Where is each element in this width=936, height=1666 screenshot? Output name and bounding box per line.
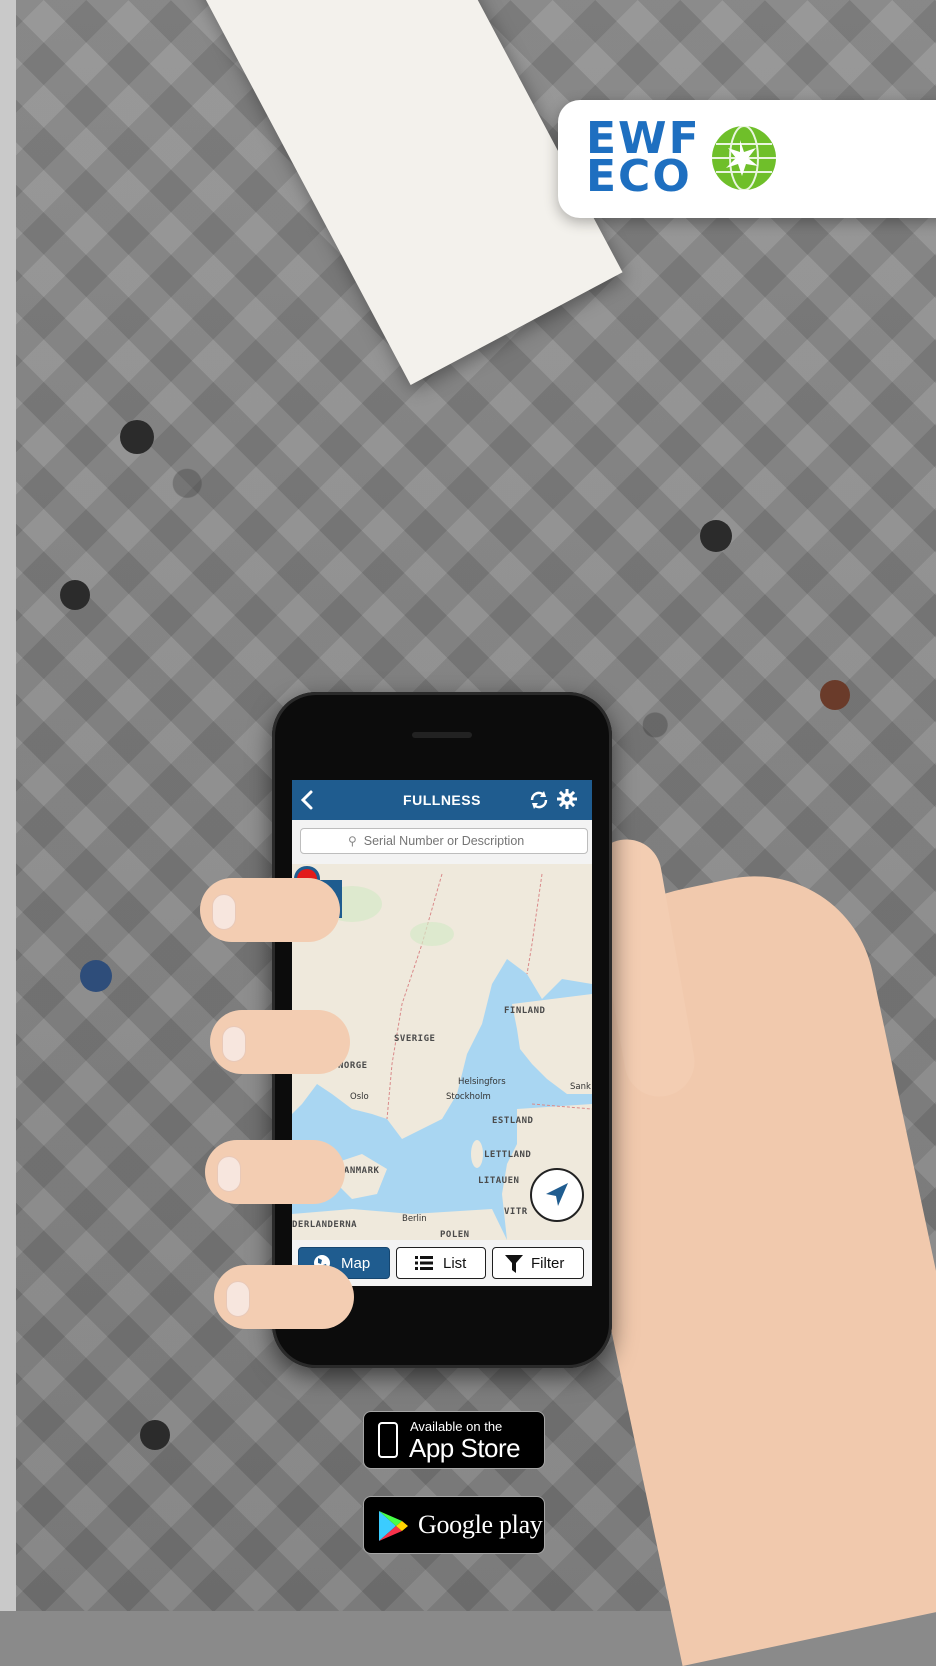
list-icon [415, 1256, 433, 1270]
app-store-small-text: Available on the [410, 1419, 503, 1434]
map-label-vitryssland: VITR [504, 1207, 528, 1217]
map-label-finland: FINLAND [504, 1006, 546, 1016]
apple-phone-icon [378, 1422, 398, 1458]
app-store-badge[interactable]: Available on the App Store [363, 1411, 545, 1469]
fingernail [226, 1281, 250, 1317]
map-label-polen: POLEN [440, 1230, 470, 1240]
fingernail [222, 1026, 246, 1062]
city-label-berlin: Berlin [402, 1214, 427, 1224]
settings-button[interactable] [556, 788, 578, 815]
left-border [0, 0, 16, 1611]
crowd-person [820, 680, 850, 710]
crowd-person [60, 580, 90, 610]
city-label-helsingfors: Helsingfors [458, 1077, 506, 1087]
crowd-person [140, 1420, 170, 1450]
gear-icon [557, 789, 577, 809]
city-label-sankt: Sank [570, 1082, 591, 1092]
fingernail [217, 1156, 241, 1192]
globe-logo-icon [712, 125, 776, 191]
hand-finger [205, 1140, 345, 1204]
google-play-text: Google play [418, 1510, 543, 1539]
search-input[interactable] [300, 828, 588, 854]
city-label-oslo: Oslo [350, 1092, 369, 1102]
google-play-icon [379, 1511, 408, 1541]
crowd-person [120, 420, 154, 454]
crowd-person [700, 520, 732, 552]
map-label-lettland: LETTLAND [484, 1150, 532, 1160]
map-label-estland: ESTLAND [492, 1116, 534, 1126]
map-label-nederlanderna: DERLANDERNA [292, 1220, 358, 1230]
filter-icon [505, 1255, 523, 1273]
tab-filter-label: Filter [531, 1255, 565, 1272]
tab-list-label: List [443, 1255, 467, 1272]
fingernail [212, 894, 236, 930]
tab-map-label: Map [341, 1255, 371, 1272]
tab-filter[interactable]: Filter [492, 1247, 584, 1279]
brand-logo: EWF ECO [586, 117, 701, 202]
crowd-person [80, 960, 112, 992]
refresh-button[interactable] [528, 789, 550, 817]
map-label-litauen: LITAUEN [478, 1176, 520, 1186]
search-icon: ⚲ [348, 834, 357, 848]
city-label-stockholm: Stockholm [446, 1092, 491, 1102]
phone-speaker [412, 732, 472, 738]
app-store-big-text: App Store [409, 1433, 521, 1463]
locate-me-button[interactable] [530, 1168, 584, 1222]
map-label-sverige: SVERIGE [394, 1034, 436, 1044]
hand-finger [210, 1010, 350, 1074]
tab-list[interactable]: List [396, 1247, 486, 1279]
search-bar: ⚲ [292, 820, 592, 864]
logo-card: EWF ECO [558, 100, 936, 218]
hand-finger [214, 1265, 354, 1329]
logo-line2: ECO [586, 151, 692, 202]
app-header: FULLNESS [292, 780, 592, 820]
refresh-icon [530, 791, 548, 809]
navigation-arrow-icon [546, 1183, 568, 1206]
google-play-badge[interactable]: Google play [363, 1496, 545, 1554]
hand-finger [200, 878, 340, 942]
